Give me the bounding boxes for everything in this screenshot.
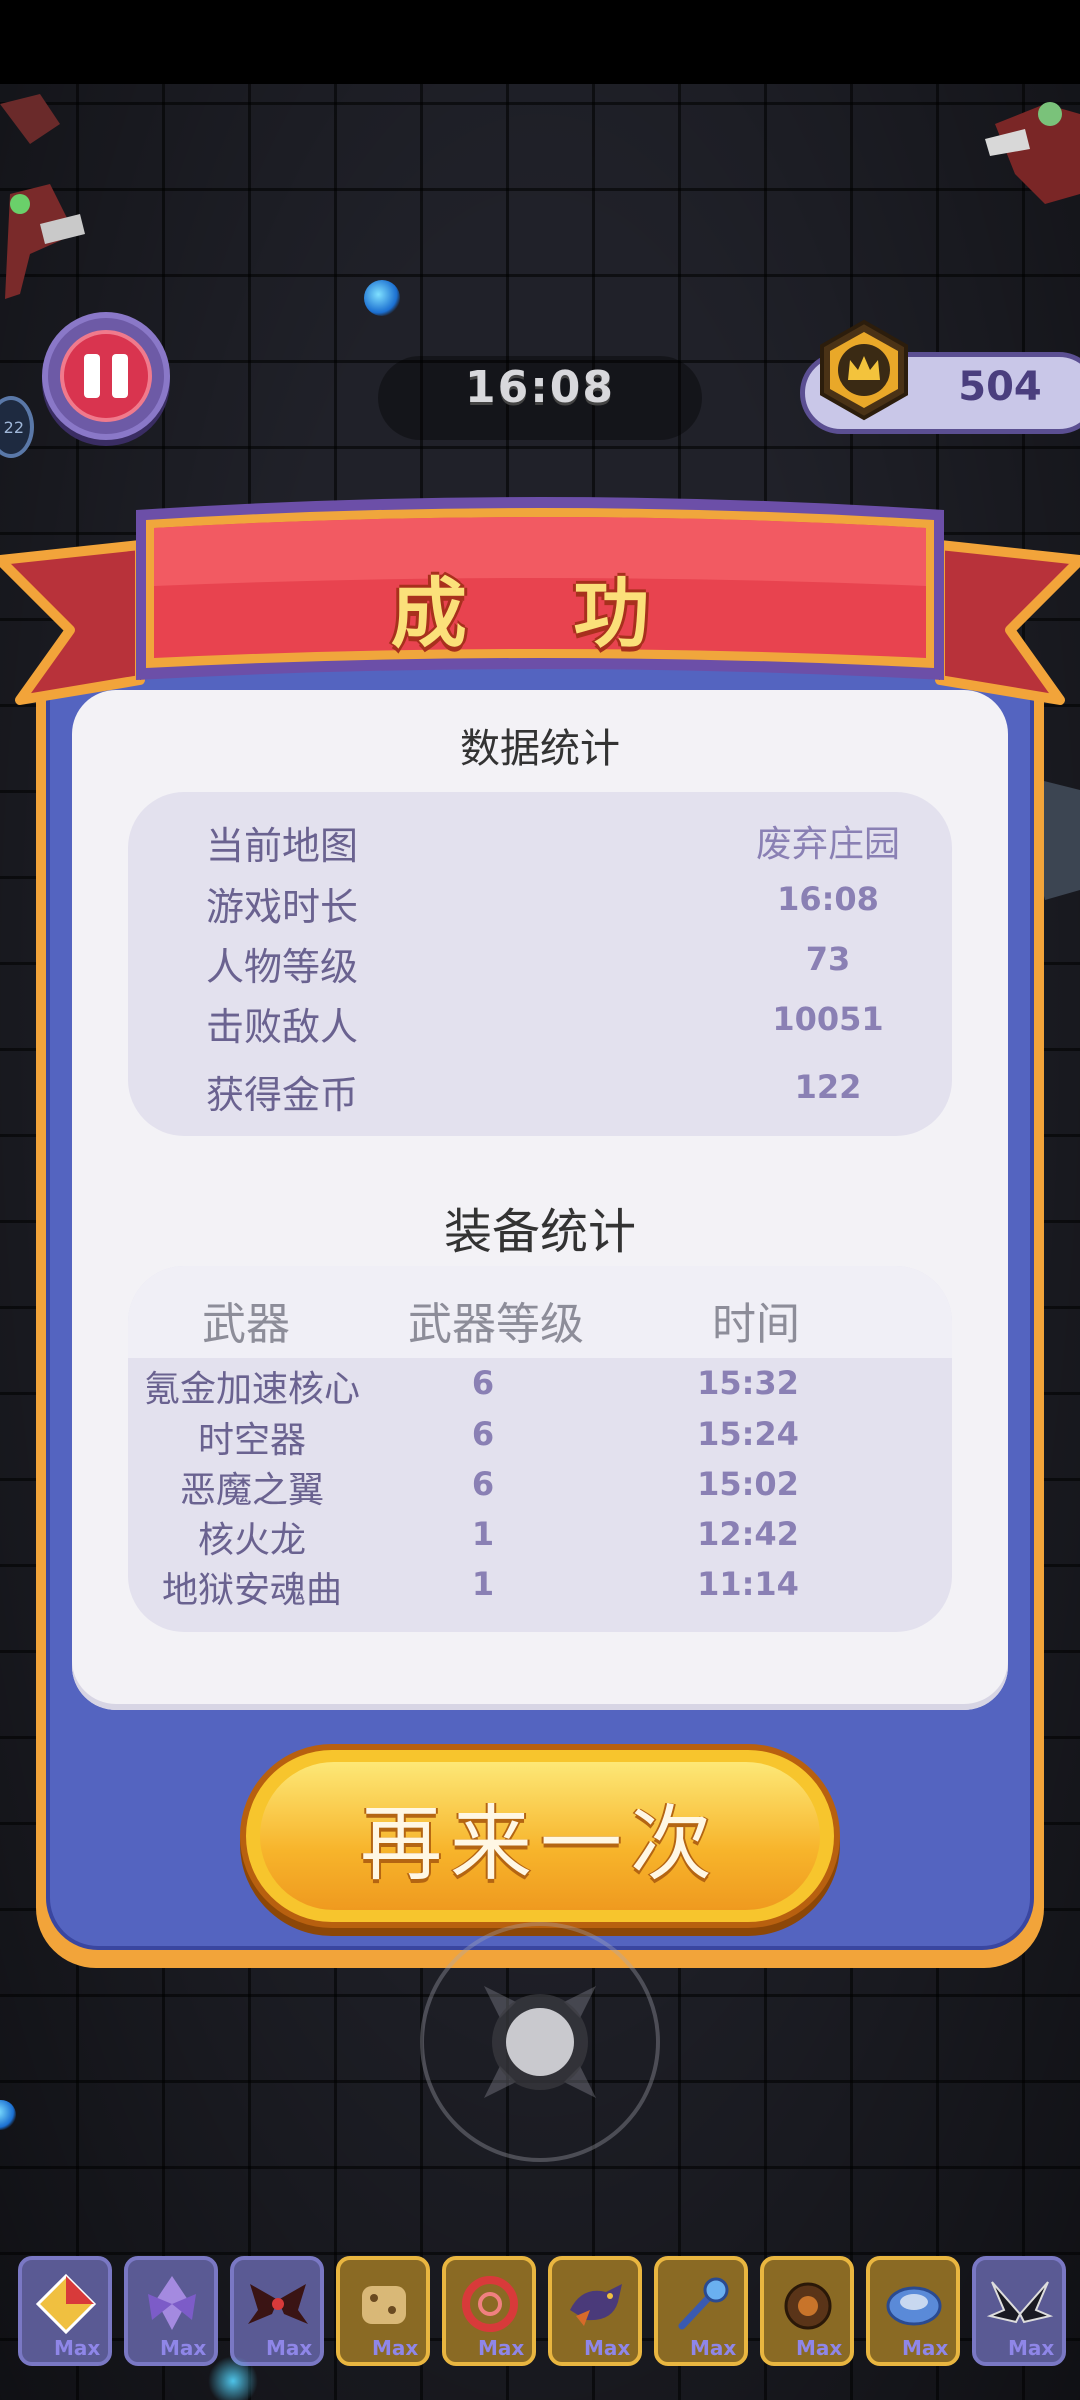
stat-label: 获得金币 xyxy=(206,1073,359,1117)
status-bar xyxy=(0,0,1080,84)
magic-wand-icon xyxy=(678,2277,729,2330)
enemy-sprite xyxy=(985,102,1080,204)
weapon-name: 氪金加速核心 xyxy=(143,1369,360,1410)
weapon-level: 6 xyxy=(471,1465,495,1503)
bomb-icon xyxy=(784,2282,832,2330)
pause-button[interactable] xyxy=(42,312,170,440)
stat-row-map: 当前地图 废弃庄园 xyxy=(128,815,952,871)
equipment-slot[interactable]: Max xyxy=(548,2256,642,2366)
stat-value: 122 xyxy=(794,1068,862,1106)
stat-label: 击败敌人 xyxy=(206,1005,359,1049)
play-again-label: 再来一次 xyxy=(359,1796,720,1892)
max-badge: Max xyxy=(796,2336,843,2360)
equipment-row: 核火龙 1 12:42 xyxy=(128,1511,952,1561)
stat-label: 当前地图 xyxy=(206,824,359,868)
cookie-icon xyxy=(362,2286,406,2324)
pause-icon xyxy=(60,330,152,422)
weapon-name: 地狱安魂曲 xyxy=(161,1570,342,1611)
equipment-slot[interactable]: Max xyxy=(866,2256,960,2366)
stat-value: 16:08 xyxy=(777,880,879,918)
equipment-slot[interactable]: Max xyxy=(972,2256,1066,2366)
red-ring-icon xyxy=(462,2276,518,2332)
cannon-icon xyxy=(886,2286,942,2326)
max-badge: Max xyxy=(54,2336,101,2360)
header-time: 时间 xyxy=(712,1299,800,1350)
enemy-sprite xyxy=(0,94,85,299)
weapon-name: 核火龙 xyxy=(197,1520,306,1561)
joystick-knob[interactable] xyxy=(506,2008,574,2076)
weapon-time: 15:02 xyxy=(697,1465,799,1503)
equipment-slot[interactable]: Max xyxy=(230,2256,324,2366)
crown-coin-icon xyxy=(820,319,908,421)
experience-orb xyxy=(364,280,400,316)
weapon-name: 时空器 xyxy=(197,1420,306,1461)
max-badge: Max xyxy=(1008,2336,1055,2360)
equipment-slot[interactable]: Max xyxy=(124,2256,218,2366)
game-timer: 16:08 xyxy=(464,362,616,413)
max-badge: Max xyxy=(478,2336,525,2360)
header-weapon-level: 武器等级 xyxy=(408,1299,584,1350)
diamond-icon xyxy=(35,2273,97,2335)
max-badge: Max xyxy=(266,2336,313,2360)
stat-row-gold: 获得金币 122 xyxy=(128,1064,952,1120)
weapon-name: 恶魔之翼 xyxy=(179,1470,324,1511)
stat-row-duration: 游戏时长 16:08 xyxy=(128,876,952,932)
stat-row-kills: 击败敌人 10051 xyxy=(128,996,952,1052)
weapon-time: 12:42 xyxy=(697,1515,799,1553)
equipment-row: 时空器 6 15:24 xyxy=(128,1411,952,1461)
equipment-slot[interactable]: Max xyxy=(760,2256,854,2366)
equipment-slot[interactable]: Max xyxy=(18,2256,112,2366)
weapon-time: 11:14 xyxy=(697,1565,799,1603)
max-badge: Max xyxy=(372,2336,419,2360)
equipment-row: 地狱安魂曲 1 11:14 xyxy=(128,1561,952,1611)
weapon-level: 6 xyxy=(471,1364,495,1402)
weapon-time: 15:24 xyxy=(697,1415,799,1453)
max-badge: Max xyxy=(690,2336,737,2360)
equipment-row: 恶魔之翼 6 15:02 xyxy=(128,1461,952,1511)
stat-value: 废弃庄园 xyxy=(755,824,900,865)
dragon-icon xyxy=(570,2284,622,2326)
play-again-button[interactable]: 再来一次 xyxy=(240,1744,840,1928)
max-badge: Max xyxy=(902,2336,949,2360)
experience-orb xyxy=(208,2356,258,2400)
equipment-row: 氪金加速核心 6 15:32 xyxy=(128,1360,952,1410)
equipment-bar: Max Max Max Max Max Max Max Max Max Max xyxy=(12,2256,1072,2366)
equipment-slot[interactable]: Max xyxy=(336,2256,430,2366)
equipment-slot[interactable]: Max xyxy=(654,2256,748,2366)
victory-title: 成 功 xyxy=(390,569,690,658)
stats-title: 数据统计 xyxy=(460,726,620,772)
equipment-slot[interactable]: Max xyxy=(442,2256,536,2366)
weapon-level: 1 xyxy=(471,1565,495,1603)
stat-value: 73 xyxy=(805,940,851,978)
stat-row-level: 人物等级 73 xyxy=(128,936,952,992)
weapon-time: 15:32 xyxy=(697,1364,799,1402)
stat-label: 人物等级 xyxy=(206,945,359,989)
demon-wings-icon xyxy=(248,2284,308,2324)
header-weapon: 武器 xyxy=(202,1299,290,1350)
stat-label: 游戏时长 xyxy=(206,885,359,929)
coin-amount: 504 xyxy=(958,364,1042,410)
weapon-level: 1 xyxy=(471,1515,495,1553)
equipment-title: 装备统计 xyxy=(443,1204,636,1260)
max-badge: Max xyxy=(160,2336,207,2360)
crystal-flower-icon xyxy=(148,2276,196,2330)
max-badge: Max xyxy=(584,2336,631,2360)
spiky-wings-icon xyxy=(986,2281,1054,2324)
weapon-level: 6 xyxy=(471,1415,495,1453)
stat-value: 10051 xyxy=(772,1000,884,1038)
